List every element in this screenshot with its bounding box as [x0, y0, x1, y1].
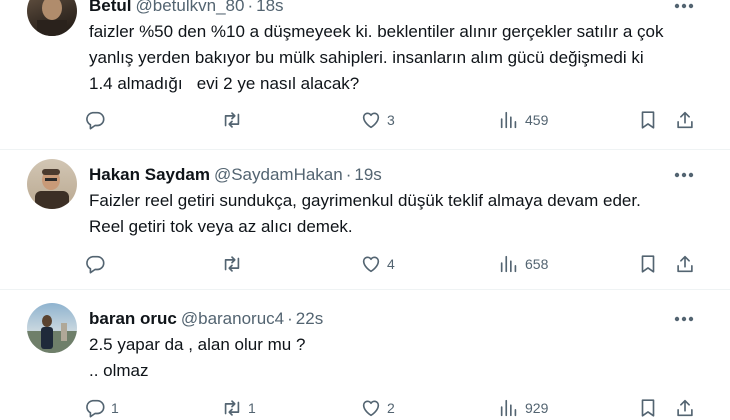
tweet-2[interactable]: Hakan Saydam @SaydamHakan · 19s Faizler ree… — [0, 150, 730, 289]
like-count: 4 — [387, 256, 395, 272]
tweet-header: Betul @betulkvn_80 · 18s — [89, 0, 284, 16]
tweet-header: baran oruc @baranoruc4 · 22s — [89, 309, 323, 329]
retweet-icon — [224, 112, 240, 128]
heart-icon — [362, 256, 380, 273]
tweet-text: Faizler reel getiri sundukça, gayrimenku… — [89, 188, 709, 240]
user-handle[interactable]: @SaydamHakan — [214, 165, 343, 184]
retweet-button[interactable]: 1 — [221, 396, 256, 420]
reply-button[interactable]: 1 — [84, 396, 119, 420]
like-count: 2 — [387, 400, 395, 416]
tweet-text-line: yanlış yerden bakıyor bu mülk sahipleri.… — [89, 48, 644, 67]
user-handle[interactable]: @betulkvn_80 — [136, 0, 245, 15]
more-icon[interactable] — [672, 165, 696, 185]
like-button[interactable]: 2 — [360, 396, 395, 420]
tweet-text-line: .. olmaz — [89, 361, 149, 380]
share-icon — [677, 255, 693, 273]
display-name[interactable]: Betul — [89, 0, 132, 15]
timestamp[interactable]: 22s — [296, 309, 323, 328]
like-button[interactable]: 4 — [360, 252, 395, 276]
retweet-icon — [224, 400, 240, 416]
retweet-icon — [224, 256, 240, 272]
action-bar: 4 658 — [0, 252, 730, 276]
more-icon[interactable] — [672, 0, 696, 16]
bookmark-icon — [641, 111, 655, 129]
tweet-text-line: Reel getiri tok veya az alıcı demek. — [89, 217, 353, 236]
timestamp[interactable]: 19s — [354, 165, 381, 184]
views-icon — [500, 255, 517, 273]
share-icon — [677, 111, 693, 129]
avatar[interactable] — [27, 159, 77, 209]
tweet-header: Hakan Saydam @SaydamHakan · 19s — [89, 165, 382, 185]
bookmark-button[interactable] — [637, 252, 659, 276]
more-icon[interactable] — [672, 309, 696, 329]
bookmark-button[interactable] — [637, 396, 659, 420]
action-bar: 1 1 2 929 — [0, 396, 730, 420]
tweet-text: 2.5 yapar da , alan olur mu ? .. olmaz — [89, 332, 709, 384]
view-count: 929 — [525, 400, 549, 416]
share-button[interactable] — [674, 252, 696, 276]
reply-icon — [86, 399, 105, 418]
tweet-text-line: 1.4 almadığı evi 2 ye nasıl alacak? — [89, 74, 360, 93]
reply-icon — [86, 255, 105, 274]
views-icon — [500, 399, 517, 417]
views-button[interactable]: 658 — [498, 252, 548, 276]
reply-button[interactable] — [84, 108, 111, 132]
tweet-3[interactable]: baran oruc @baranoruc4 · 22s 2.5 yapar da ,… — [0, 290, 730, 420]
view-count: 459 — [525, 112, 549, 128]
bookmark-icon — [641, 399, 655, 417]
retweet-button[interactable] — [221, 252, 248, 276]
action-bar: 3 459 — [0, 108, 730, 132]
share-icon — [677, 399, 693, 417]
reply-count: 1 — [111, 400, 119, 416]
user-handle[interactable]: @baranoruc4 — [181, 309, 284, 328]
retweet-button[interactable] — [221, 108, 248, 132]
view-count: 658 — [525, 256, 549, 272]
heart-icon — [362, 112, 380, 129]
reply-button[interactable] — [84, 252, 111, 276]
like-button[interactable]: 3 — [360, 108, 395, 132]
bookmark-icon — [641, 255, 655, 273]
tweet-text-line: Faizler reel getiri sundukça, gayrimenku… — [89, 191, 641, 210]
views-button[interactable]: 459 — [498, 108, 548, 132]
tweet-text: faizler %50 den %10 a düşmeyeek ki. bekl… — [89, 19, 709, 97]
tweet-text-line: 2.5 yapar da , alan olur mu ? — [89, 335, 306, 354]
separator-dot: · — [287, 309, 293, 328]
like-count: 3 — [387, 112, 395, 128]
share-button[interactable] — [674, 396, 696, 420]
tweet-text-line: faizler %50 den %10 a düşmeyeek ki. bekl… — [89, 22, 664, 41]
timestamp[interactable]: 18s — [256, 0, 283, 15]
bookmark-button[interactable] — [637, 108, 659, 132]
separator-dot: · — [345, 165, 352, 184]
reply-icon — [86, 111, 105, 130]
avatar[interactable] — [27, 0, 77, 36]
separator-dot: · — [247, 0, 254, 15]
retweet-count: 1 — [248, 400, 256, 416]
heart-icon — [362, 400, 380, 417]
avatar[interactable] — [27, 303, 77, 353]
share-button[interactable] — [674, 108, 696, 132]
views-icon — [500, 111, 517, 129]
display-name[interactable]: Hakan Saydam — [89, 165, 210, 184]
tweet-1[interactable]: Betul @betulkvn_80 · 18s faizler %50 den %1… — [0, 0, 730, 149]
views-button[interactable]: 929 — [498, 396, 548, 420]
display-name[interactable]: baran oruc — [89, 309, 177, 328]
